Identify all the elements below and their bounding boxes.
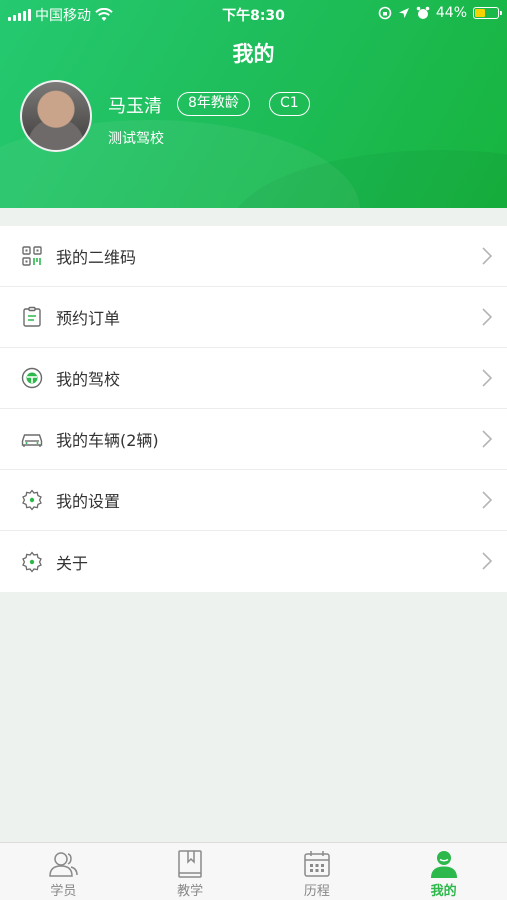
tab-label: 我的	[430, 884, 457, 899]
location-icon	[398, 8, 409, 18]
menu-item-qr-code[interactable]: 我的二维码	[0, 226, 507, 287]
user-name: 马玉清	[108, 96, 162, 117]
menu-item-orders[interactable]: 预约订单	[0, 287, 507, 348]
menu-item-vehicles[interactable]: 我的车辆(2辆)	[0, 409, 507, 470]
tab-mine[interactable]: 我的	[380, 843, 507, 900]
menu-item-label: 我的二维码	[56, 248, 137, 267]
chevron-right-icon	[481, 246, 493, 270]
tab-label: 学员	[50, 884, 77, 899]
status-right: 44%	[378, 5, 502, 21]
rotation-lock-icon	[378, 6, 392, 20]
battery-percent: 44%	[435, 5, 467, 21]
menu-item-school[interactable]: 我的驾校	[0, 348, 507, 409]
profile-header: 中国移动 下午8:30 44% 我的 马玉清 8年教龄 C1 测试驾校	[0, 0, 507, 208]
tab-bar: 学员 教学 历程 我的	[0, 842, 507, 900]
menu-item-settings[interactable]: 我的设置	[0, 470, 507, 531]
tab-label: 教学	[177, 884, 204, 899]
students-icon	[49, 852, 79, 877]
tab-students[interactable]: 学员	[0, 843, 127, 900]
chevron-right-icon	[481, 490, 493, 514]
gear-icon	[20, 550, 44, 574]
chevron-right-icon	[481, 307, 493, 331]
tab-teaching[interactable]: 教学	[127, 843, 254, 900]
book-icon	[178, 850, 202, 878]
chevron-right-icon	[481, 429, 493, 453]
menu-item-label: 预约订单	[56, 309, 121, 328]
chevron-right-icon	[481, 368, 493, 392]
menu-item-label: 我的设置	[56, 492, 121, 511]
steering-wheel-icon	[20, 366, 44, 390]
calendar-icon	[304, 851, 330, 877]
qr-code-icon	[20, 244, 44, 268]
page-title: 我的	[232, 42, 275, 66]
menu-item-label: 我的车辆(2辆)	[56, 431, 159, 450]
license-class-badge: C1	[269, 92, 310, 116]
menu-item-label: 关于	[56, 553, 89, 573]
battery-icon	[473, 7, 502, 19]
menu-list: 我的二维码 预约订单 我的驾校 我的车辆(2辆) 我的设置 关于	[0, 226, 507, 592]
teaching-years-badge: 8年教龄	[177, 92, 250, 116]
menu-item-label: 我的驾校	[56, 370, 121, 389]
school-name: 测试驾校	[108, 131, 164, 147]
tab-history[interactable]: 历程	[254, 843, 381, 900]
person-icon	[430, 851, 457, 878]
car-icon	[20, 427, 44, 451]
tab-label: 历程	[303, 884, 330, 899]
status-bar: 中国移动 下午8:30 44%	[0, 0, 507, 28]
clipboard-icon	[20, 305, 44, 329]
menu-item-about[interactable]: 关于	[0, 531, 507, 592]
alarm-icon	[416, 6, 430, 19]
gear-icon	[20, 488, 44, 512]
chevron-right-icon	[481, 551, 493, 575]
avatar[interactable]	[20, 80, 92, 152]
